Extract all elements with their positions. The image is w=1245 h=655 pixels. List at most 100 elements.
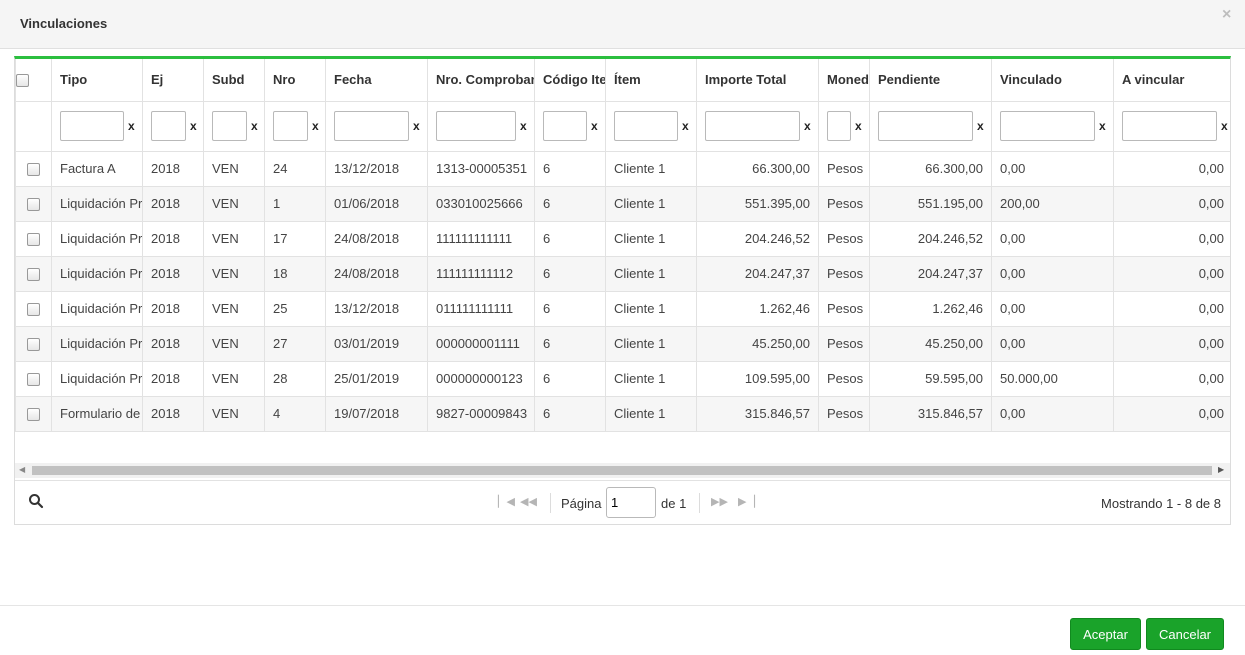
next-page-icon[interactable]: ▶▶	[711, 495, 728, 508]
row-checkbox[interactable]	[27, 233, 40, 247]
filter-cell: x	[991, 100, 1114, 152]
table-row[interactable]: Liquidación Pr 2018 VEN 17 24/08/2018 11…	[15, 220, 1230, 257]
cell-subd: VEN	[203, 255, 265, 292]
column-header[interactable]: Nro	[264, 59, 326, 102]
table-row[interactable]: Liquidación Pr 2018 VEN 1 01/06/2018 033…	[15, 185, 1230, 222]
clear-filter-button[interactable]: x	[591, 119, 598, 133]
filter-input[interactable]	[212, 111, 247, 141]
filter-input[interactable]	[878, 111, 973, 141]
row-checkbox[interactable]	[27, 338, 40, 352]
row-select-cell[interactable]	[15, 185, 52, 222]
row-select-cell[interactable]	[15, 290, 52, 327]
scroll-left-icon[interactable]: ◀	[19, 465, 25, 474]
filter-input[interactable]	[273, 111, 308, 141]
table-row[interactable]: Formulario de 2018 VEN 4 19/07/2018 9827…	[15, 395, 1230, 432]
row-select-cell[interactable]	[15, 255, 52, 292]
row-select-cell[interactable]	[15, 325, 52, 362]
row-checkbox[interactable]	[27, 303, 40, 317]
clear-filter-button[interactable]: x	[682, 119, 689, 133]
select-all-header[interactable]	[15, 59, 52, 102]
scroll-right-icon[interactable]: ▶	[1218, 465, 1224, 474]
row-checkbox[interactable]	[27, 373, 40, 387]
cell-item: Cliente 1	[605, 395, 697, 432]
filter-input[interactable]	[827, 111, 851, 141]
row-checkbox[interactable]	[27, 268, 40, 282]
horizontal-scrollbar[interactable]: ◀ ▶	[15, 463, 1230, 478]
column-header[interactable]: Ítem	[605, 59, 697, 102]
cell-a-vincular[interactable]: 0,00	[1113, 185, 1230, 222]
clear-filter-button[interactable]: x	[251, 119, 258, 133]
cell-a-vincular[interactable]: 0,00	[1113, 395, 1230, 432]
filter-input[interactable]	[614, 111, 678, 141]
filter-input[interactable]	[543, 111, 587, 141]
table-row[interactable]: Liquidación Pr 2018 VEN 25 13/12/2018 01…	[15, 290, 1230, 327]
cancel-button[interactable]: Cancelar	[1146, 618, 1224, 650]
search-icon[interactable]	[28, 493, 44, 509]
row-checkbox[interactable]	[27, 408, 40, 422]
row-select-cell[interactable]	[15, 150, 52, 187]
filter-input[interactable]	[60, 111, 124, 141]
column-header[interactable]: Moneda	[818, 59, 870, 102]
table-row[interactable]: Liquidación Pr 2018 VEN 28 25/01/2019 00…	[15, 360, 1230, 397]
accept-button[interactable]: Aceptar	[1070, 618, 1141, 650]
select-all-checkbox[interactable]	[16, 74, 29, 88]
clear-filter-button[interactable]: x	[1099, 119, 1106, 133]
cell-moneda: Pesos	[818, 150, 870, 187]
table-row[interactable]: Factura A 2018 VEN 24 13/12/2018 1313-00…	[15, 150, 1230, 187]
filter-cell: x	[605, 100, 697, 152]
clear-filter-button[interactable]: x	[1221, 119, 1228, 133]
column-header[interactable]: A vincular	[1113, 59, 1230, 102]
cell-pendiente: 315.846,57	[869, 395, 992, 432]
filter-input[interactable]	[334, 111, 409, 141]
cell-a-vincular[interactable]: 0,00	[1113, 325, 1230, 362]
cell-tipo: Liquidación Pr	[51, 255, 143, 292]
filter-cell: x	[51, 100, 143, 152]
clear-filter-button[interactable]: x	[190, 119, 197, 133]
cell-subd: VEN	[203, 185, 265, 222]
cell-a-vincular[interactable]: 0,00	[1113, 290, 1230, 327]
filter-cell: x	[264, 100, 326, 152]
filter-input[interactable]	[705, 111, 800, 141]
close-icon[interactable]: ×	[1222, 6, 1231, 24]
row-select-cell[interactable]	[15, 395, 52, 432]
clear-filter-button[interactable]: x	[977, 119, 984, 133]
cell-a-vincular[interactable]: 0,00	[1113, 255, 1230, 292]
row-select-cell[interactable]	[15, 360, 52, 397]
cell-a-vincular[interactable]: 0,00	[1113, 150, 1230, 187]
row-select-cell[interactable]	[15, 220, 52, 257]
column-header[interactable]: Nro. Comprobante	[427, 59, 535, 102]
column-header[interactable]: Importe Total	[696, 59, 819, 102]
column-header[interactable]: Pendiente	[869, 59, 992, 102]
table-row[interactable]: Liquidación Pr 2018 VEN 27 03/01/2019 00…	[15, 325, 1230, 362]
column-header[interactable]: Fecha	[325, 59, 428, 102]
column-header[interactable]: Vinculado	[991, 59, 1114, 102]
clear-filter-button[interactable]: x	[855, 119, 862, 133]
row-checkbox[interactable]	[27, 198, 40, 212]
filter-input[interactable]	[1000, 111, 1095, 141]
cell-comprobante: 1313-00005351	[427, 150, 535, 187]
column-header[interactable]: Código Item	[534, 59, 606, 102]
column-header[interactable]: Tipo	[51, 59, 143, 102]
cell-item: Cliente 1	[605, 150, 697, 187]
cell-nro: 1	[264, 185, 326, 222]
clear-filter-button[interactable]: x	[413, 119, 420, 133]
row-checkbox[interactable]	[27, 163, 40, 177]
clear-filter-button[interactable]: x	[128, 119, 135, 133]
clear-filter-button[interactable]: x	[520, 119, 527, 133]
filter-input[interactable]	[436, 111, 516, 141]
page-number-input[interactable]	[606, 487, 656, 518]
cell-a-vincular[interactable]: 0,00	[1113, 220, 1230, 257]
clear-filter-button[interactable]: x	[804, 119, 811, 133]
column-header[interactable]: Subd	[203, 59, 265, 102]
prev-page-icon[interactable]: ◀◀	[520, 495, 537, 508]
column-header[interactable]: Ej	[142, 59, 204, 102]
filter-input[interactable]	[151, 111, 186, 141]
scrollbar-thumb[interactable]	[32, 466, 1212, 475]
filter-input[interactable]	[1122, 111, 1217, 141]
linkages-grid: Tipo Ej Subd Nro Fecha Nro. Comprobante …	[14, 56, 1231, 525]
table-row[interactable]: Liquidación Pr 2018 VEN 18 24/08/2018 11…	[15, 255, 1230, 292]
cell-a-vincular[interactable]: 0,00	[1113, 360, 1230, 397]
clear-filter-button[interactable]: x	[312, 119, 319, 133]
first-page-icon[interactable]: ▏◀	[498, 495, 515, 508]
last-page-icon[interactable]: ▶▕	[738, 495, 755, 508]
